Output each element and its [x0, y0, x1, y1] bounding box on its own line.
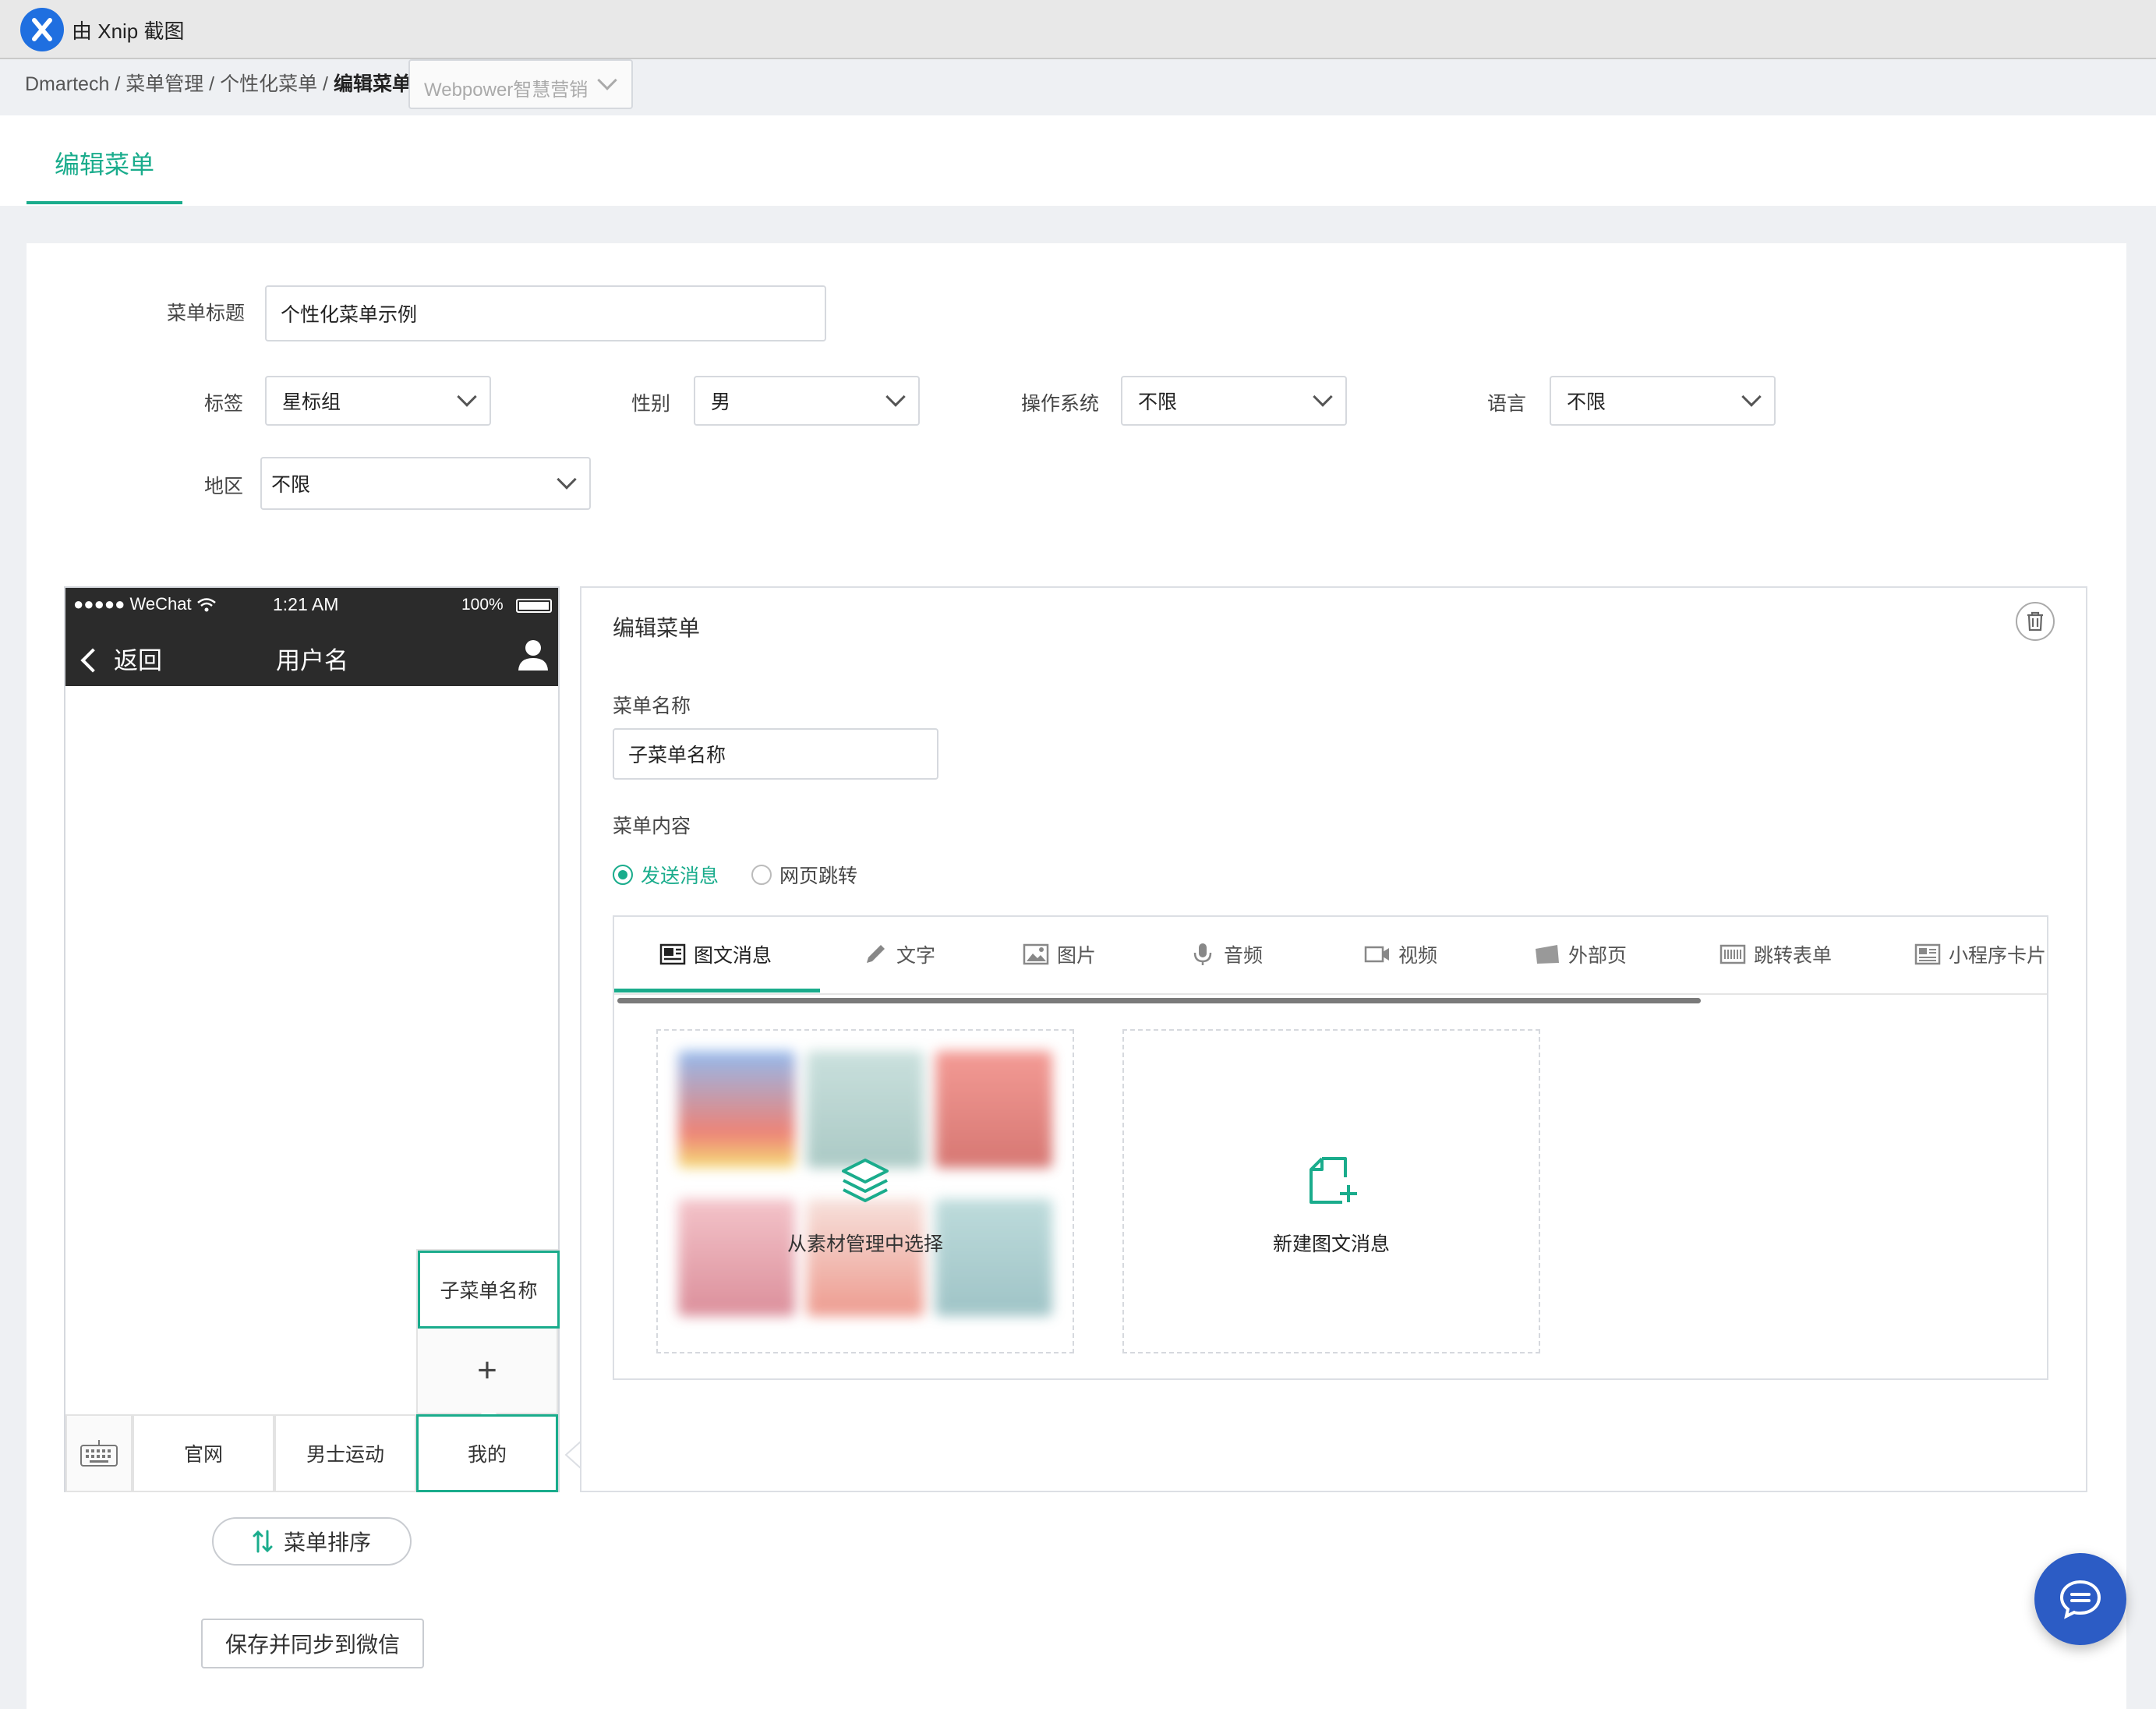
tab-mini-program-card[interactable]: 小程序卡片	[1914, 917, 2046, 992]
tab-text[interactable]: 文字	[862, 917, 935, 992]
tab-active-indicator	[27, 201, 182, 204]
chat-button[interactable]	[2034, 1553, 2126, 1645]
xnip-logo-icon	[20, 8, 64, 51]
menu-content-label: 菜单内容	[613, 816, 691, 837]
keyboard-toggle[interactable]	[65, 1414, 133, 1492]
sort-menu-button[interactable]: 菜单排序	[212, 1517, 412, 1566]
region-select[interactable]: 不限	[260, 457, 591, 510]
tab-video[interactable]: 视频	[1364, 917, 1437, 992]
os-select-value: 不限	[1138, 391, 1178, 413]
tab-external-page[interactable]: 外部页	[1534, 917, 1627, 992]
status-time: 1:21 AM	[273, 594, 339, 614]
back-chevron-icon[interactable]	[80, 648, 105, 673]
breadcrumb-current: 编辑菜单	[333, 73, 412, 95]
new-document-icon	[1310, 1157, 1357, 1204]
user-icon[interactable]	[516, 638, 550, 672]
tab-active-indicator	[614, 989, 820, 992]
wifi-icon	[197, 598, 216, 612]
battery-icon	[516, 599, 552, 613]
language-label: 语言	[1487, 393, 1527, 415]
choose-from-library-card[interactable]: 从素材管理中选择	[656, 1029, 1074, 1353]
new-news-message-card[interactable]: 新建图文消息	[1122, 1029, 1540, 1353]
pencil-icon	[867, 945, 885, 963]
save-sync-button[interactable]: 保存并同步到微信	[201, 1619, 424, 1668]
mini-program-icon	[1914, 943, 1941, 965]
phone-preview: ●●●●● WeChat 1:21 AM 100% 返回 用户名 子菜单名称 +	[64, 586, 560, 1492]
tag-select[interactable]: 星标组	[265, 376, 491, 426]
radio-send-message[interactable]: 发送消息	[613, 861, 719, 889]
video-icon	[1364, 946, 1389, 963]
editor-title: 编辑菜单	[613, 616, 701, 640]
os-label: 操作系统	[1021, 393, 1100, 415]
account-select-value: Webpower智慧营销	[424, 80, 588, 101]
layers-icon	[842, 1159, 889, 1202]
add-submenu-button[interactable]: +	[418, 1329, 557, 1413]
titlebar-text: 由 Xnip 截图	[72, 19, 185, 43]
menu-item-mine[interactable]: 我的	[416, 1414, 558, 1492]
news-icon	[659, 943, 686, 965]
menu-title-label: 菜单标题	[167, 303, 246, 324]
tab-edit-menu[interactable]: 编辑菜单	[27, 145, 182, 206]
gender-select[interactable]: 男	[694, 376, 920, 426]
language-select[interactable]: 不限	[1550, 376, 1776, 426]
phone-title: 用户名	[276, 647, 348, 674]
content-type-tabs: 图文消息 文字 图片 音频 视频 外部页 跳转表单 小程序卡片	[614, 917, 2047, 995]
submenu-popup: 子菜单名称 +	[416, 1249, 560, 1431]
sort-button-label: 菜单排序	[283, 1530, 371, 1555]
menu-editor-panel: 编辑菜单 菜单名称 子菜单名称 菜单内容 发送消息 网页跳转 图文消息 文字 图…	[580, 586, 2087, 1492]
sort-icon	[253, 1530, 273, 1553]
region-label: 地区	[204, 476, 244, 497]
chevron-down-icon	[1741, 387, 1762, 407]
new-label: 新建图文消息	[1272, 1233, 1390, 1255]
chevron-down-icon	[557, 469, 577, 490]
window-titlebar: 由 Xnip 截图	[0, 0, 2156, 59]
back-label[interactable]: 返回	[114, 641, 162, 676]
tab-label: 编辑菜单	[55, 150, 155, 179]
page-header: 编辑菜单	[0, 115, 2156, 206]
breadcrumb-item[interactable]: Dmartech	[25, 73, 109, 95]
chevron-down-icon	[885, 387, 906, 407]
microphone-icon	[1193, 943, 1212, 965]
tag-select-value: 星标组	[282, 391, 341, 413]
gender-label: 性别	[631, 393, 671, 415]
trash-icon	[2027, 611, 2043, 632]
language-select-value: 不限	[1567, 391, 1606, 413]
menu-item-website[interactable]: 官网	[133, 1414, 274, 1492]
chevron-down-icon	[1313, 387, 1333, 407]
image-icon	[1023, 943, 1049, 965]
menu-item-mens-sports[interactable]: 男士运动	[274, 1414, 416, 1492]
menu-name-label: 菜单名称	[613, 695, 691, 717]
phone-header: ●●●●● WeChat 1:21 AM 100% 返回 用户名	[65, 588, 558, 686]
form-icon	[1719, 944, 1746, 964]
menu-name-input[interactable]: 子菜单名称	[613, 728, 938, 780]
os-select[interactable]: 不限	[1121, 376, 1347, 426]
breadcrumb-item[interactable]: 个性化菜单	[220, 73, 317, 95]
radio-web-redirect[interactable]: 网页跳转	[751, 861, 857, 889]
menu-title-input[interactable]: 个性化菜单示例	[265, 285, 826, 341]
gender-select-value: 男	[711, 391, 731, 413]
tag-label: 标签	[204, 393, 244, 415]
library-label: 从素材管理中选择	[786, 1233, 943, 1255]
tab-news-message[interactable]: 图文消息	[659, 917, 772, 992]
account-select[interactable]: Webpower智慧营销	[408, 59, 633, 109]
keyboard-icon	[80, 1440, 118, 1467]
tabs-scrollbar[interactable]	[617, 998, 1701, 1003]
external-page-icon	[1536, 945, 1559, 964]
breadcrumb-item[interactable]: 菜单管理	[125, 73, 203, 95]
content-type-box: 图文消息 文字 图片 音频 视频 外部页 跳转表单 小程序卡片 从素材管理中选择…	[613, 915, 2048, 1380]
tab-image[interactable]: 图片	[1023, 917, 1096, 992]
tab-jump-form[interactable]: 跳转表单	[1719, 917, 1832, 992]
chevron-down-icon	[457, 387, 477, 407]
radio-unchecked-icon	[751, 865, 772, 885]
status-carrier: ●●●●● WeChat	[73, 594, 192, 614]
submenu-item[interactable]: 子菜单名称	[418, 1251, 560, 1329]
radio-checked-icon	[613, 865, 633, 885]
tab-audio[interactable]: 音频	[1189, 917, 1263, 992]
chevron-down-icon	[597, 70, 617, 90]
chat-bubble-icon	[2059, 1580, 2101, 1619]
status-battery-text: 100%	[461, 596, 504, 614]
region-select-value: 不限	[271, 474, 311, 496]
breadcrumb: Dmartech / 菜单管理 / 个性化菜单 / 编辑菜单	[25, 73, 412, 95]
delete-button[interactable]	[2016, 602, 2055, 641]
